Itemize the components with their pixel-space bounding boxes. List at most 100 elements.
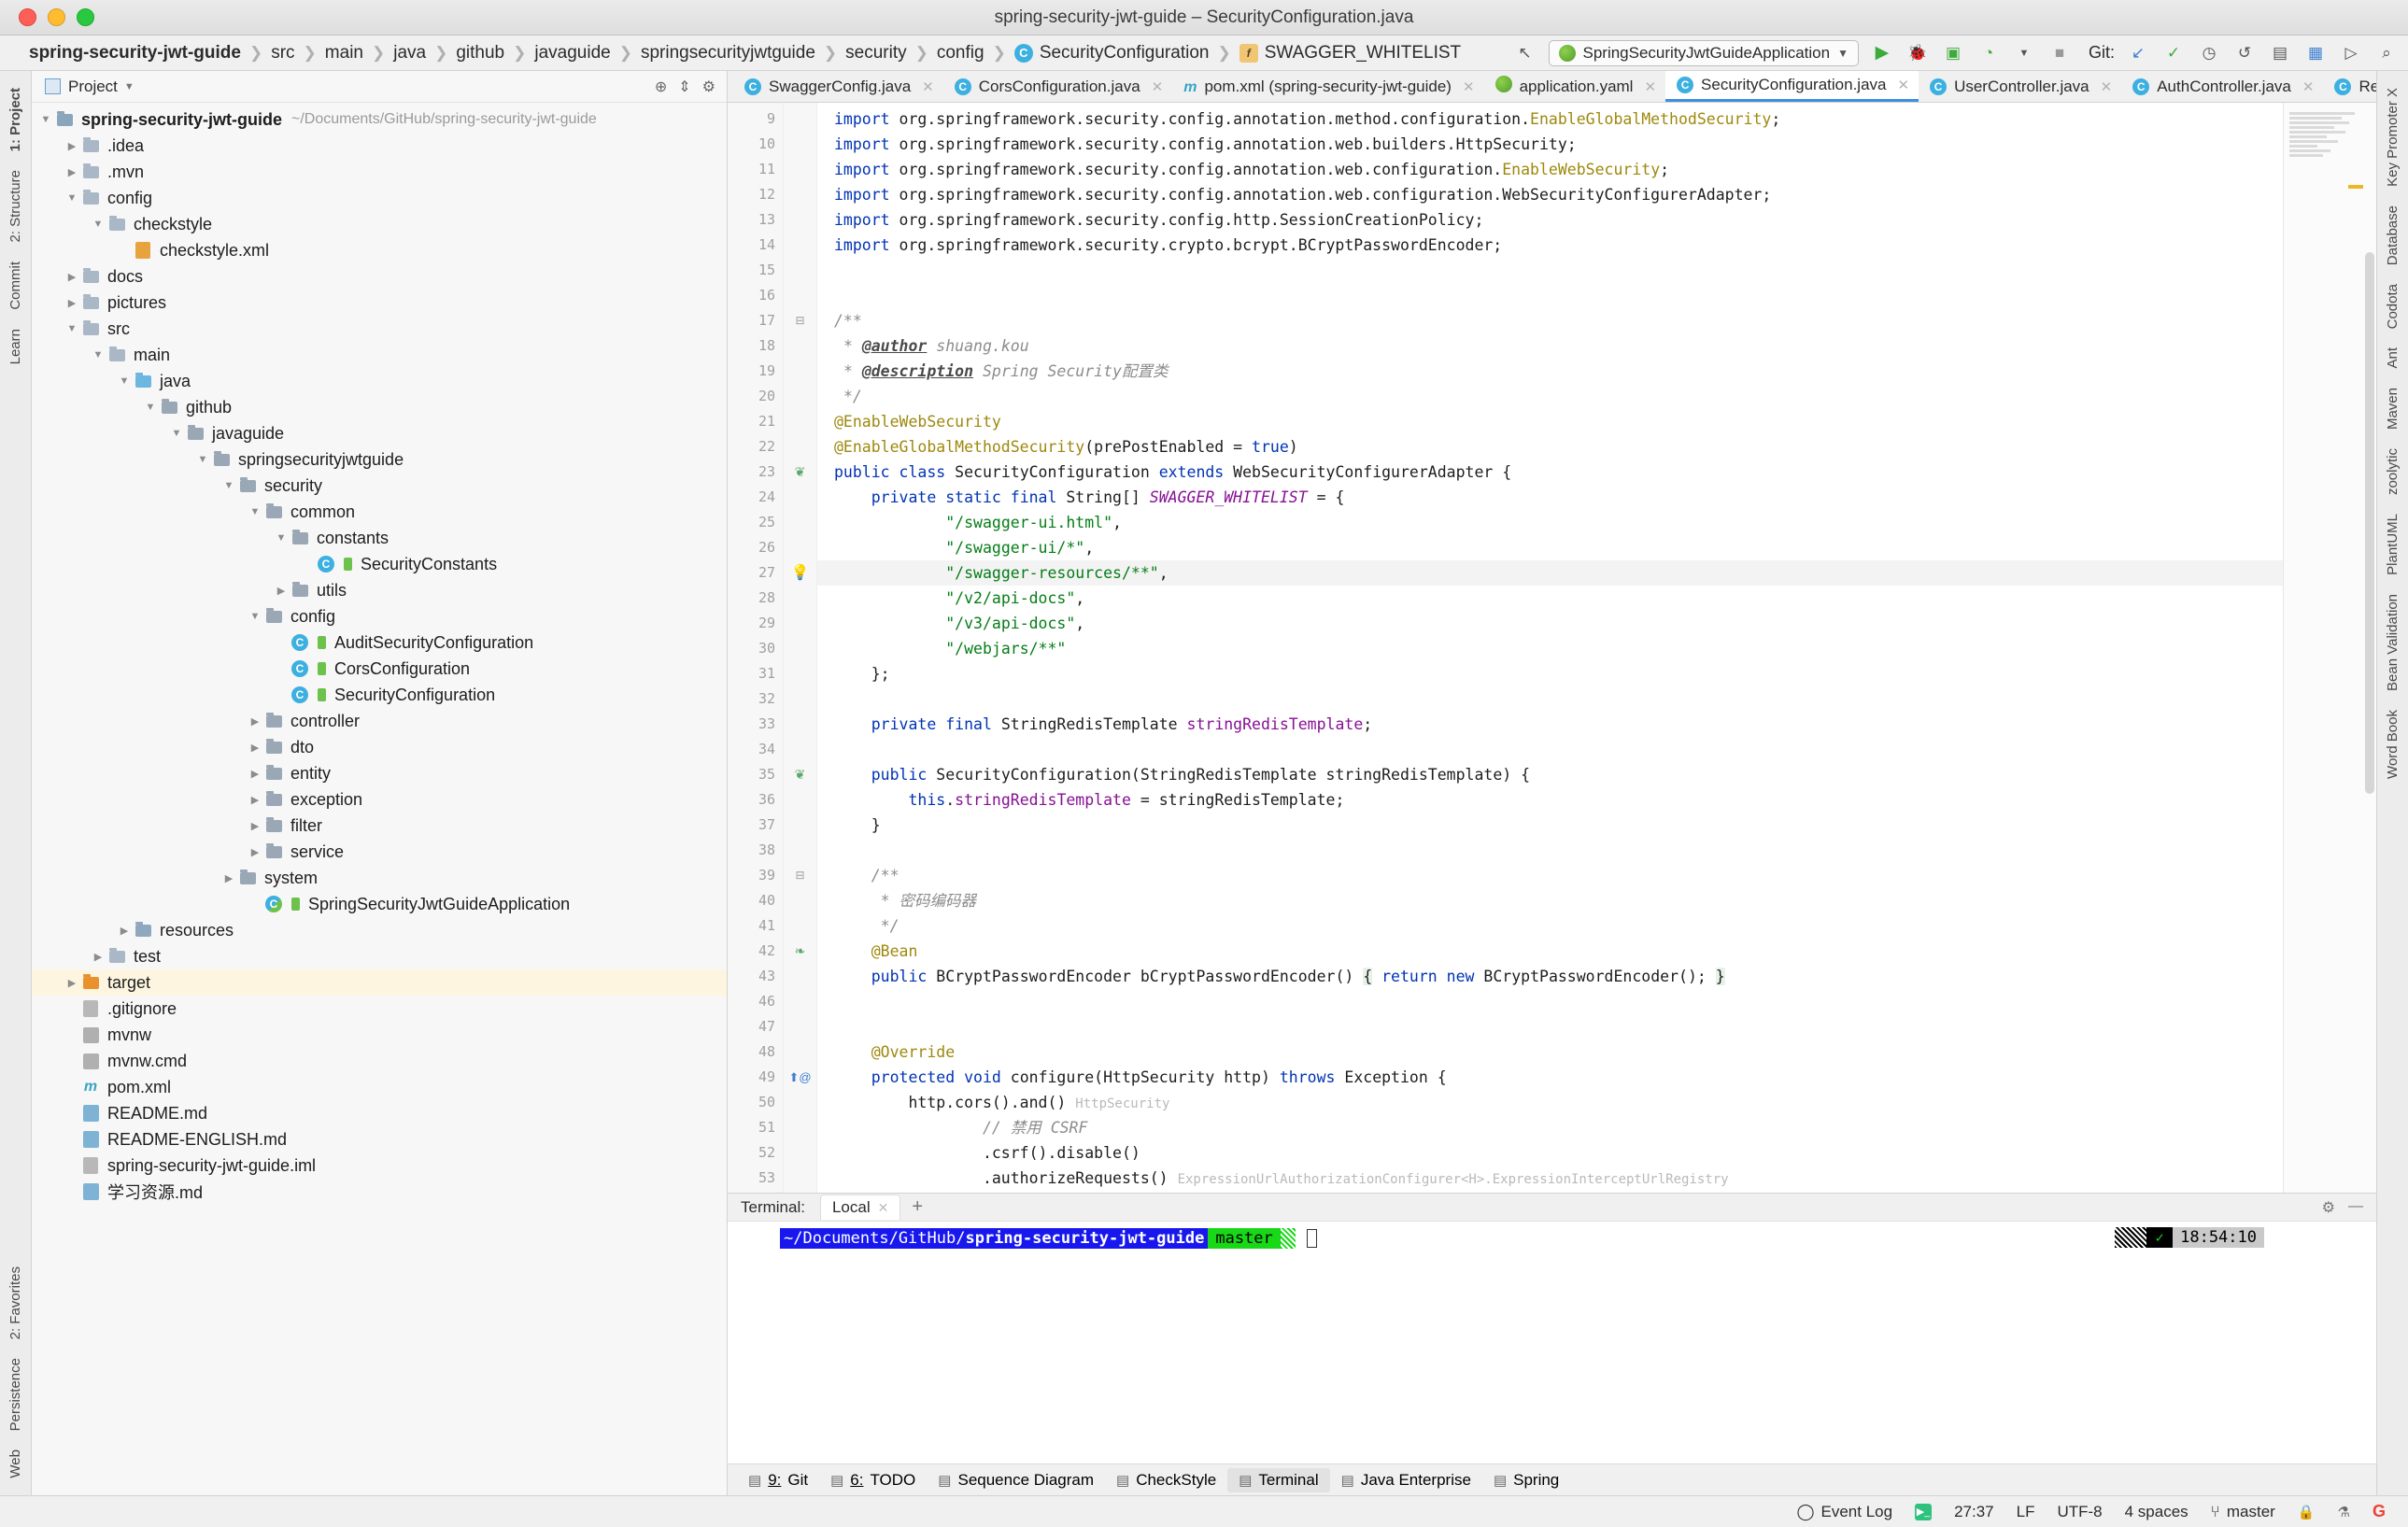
code-line[interactable]: "/webjars/**" [817,636,2283,661]
code-line[interactable]: @EnableGlobalMethodSecurity(prePostEnabl… [817,434,2283,460]
tree-node-securityconstants[interactable]: ·C SecurityConstants [32,551,727,577]
tree-node-main[interactable]: ▼ main [32,342,727,368]
line-number[interactable]: 17 [728,308,783,333]
breadcrumb-item-javaguide[interactable]: javaguide [526,43,618,64]
code-line[interactable]: }; [817,661,2283,686]
tree-node-pictures[interactable]: ▶ pictures [32,290,727,316]
codota-icon[interactable]: ▦ [2303,41,2328,65]
tool-window-tab-commit[interactable]: Commit [6,252,25,319]
code-line[interactable]: @EnableWebSecurity [817,409,2283,434]
chevron-right-icon[interactable]: ▶ [64,297,80,309]
settings-gear-icon[interactable]: ⚙ [702,78,715,96]
editor-tab-redisconfig-java[interactable]: CRedisConfig.java✕ [2323,71,2376,102]
chevron-right-icon[interactable]: ▶ [90,951,106,963]
chevron-down-icon[interactable]: ▼ [90,349,106,361]
indent-setting[interactable]: 4 spaces [2114,1503,2200,1521]
chevron-down-icon[interactable]: ▼ [168,428,185,439]
chevron-right-icon[interactable]: ▶ [247,794,263,806]
chevron-right-icon[interactable]: ▶ [64,166,80,178]
code-line[interactable]: "/swagger-ui.html", [817,510,2283,535]
profile-icon[interactable]: ◔ [1976,41,2001,65]
chevron-right-icon[interactable]: ▶ [247,742,263,754]
editor-tab-swaggerconfig-java[interactable]: C SwaggerConfig.java ✕ [733,71,943,102]
back-arrow-icon[interactable]: ↖ [1513,41,1537,65]
chevron-right-icon[interactable]: ▶ [247,820,263,832]
line-number[interactable]: 32 [728,686,783,712]
chevron-right-icon[interactable]: ▶ [116,925,133,937]
line-number[interactable]: 18 [728,333,783,359]
close-icon[interactable]: ✕ [1463,78,1475,95]
line-number[interactable]: 22 [728,434,783,460]
tool-window-tab-persistence[interactable]: Persistence [6,1349,25,1440]
line-number[interactable]: 34 [728,737,783,762]
code-line[interactable] [817,989,2283,1014]
code-line[interactable]: .authorizeRequests() ExpressionUrlAuthor… [817,1166,2283,1191]
tree-node-github[interactable]: ▼ github [32,394,727,420]
tree-node-test[interactable]: ▶ test [32,943,727,969]
tree-node-pom-xml[interactable]: ·m pom.xml [32,1074,727,1100]
code-line[interactable]: public class SecurityConfiguration exten… [817,460,2283,485]
tree-node-config[interactable]: ▼ config [32,603,727,629]
line-number[interactable]: 11 [728,157,783,182]
breadcrumb-item-spring-security-jwt-guide[interactable]: spring-security-jwt-guide [21,43,249,64]
code-line[interactable] [817,838,2283,863]
tree-node-spring-security-jwt-guide[interactable]: ▼ spring-security-jwt-guide ~/Documents/Gi… [32,106,727,133]
terminal-body[interactable]: ~/Documents/GitHub/spring-security-jwt-g… [728,1222,2376,1463]
tree-node-checkstyle-xml[interactable]: · checkstyle.xml [32,237,727,263]
code-line[interactable]: import org.springframework.security.cryp… [817,233,2283,258]
line-number[interactable]: 30 [728,636,783,661]
editor-tab-application-yaml[interactable]: application.yaml ✕ [1484,71,1665,102]
tool-window-tab-bean-validation[interactable]: Bean Validation [2383,585,2402,700]
tree-node-constants[interactable]: ▼ constants [32,525,727,551]
editor-scrollbar-thumb[interactable] [2365,252,2374,794]
chevron-right-icon[interactable]: ▶ [247,715,263,728]
code-line[interactable]: public SecurityConfiguration(StringRedis… [817,762,2283,787]
line-number[interactable]: 39 [728,863,783,888]
spring-bean-gutter-icon[interactable]: ❦ [784,762,816,787]
code-line[interactable]: } [817,813,2283,838]
editor-tab-corsconfiguration-java[interactable]: C CorsConfiguration.java ✕ [943,71,1173,102]
history-icon[interactable]: ◷ [2197,41,2221,65]
tree-node-docs[interactable]: ▶ docs [32,263,727,290]
spring-bean-gutter-icon[interactable]: ❦ [784,460,816,485]
terminal-tab-local[interactable]: Local ✕ [819,1195,901,1220]
line-number[interactable]: 35 [728,762,783,787]
editor-tab-authcontroller-java[interactable]: C AuthController.java ✕ [2121,71,2323,102]
lock-icon[interactable]: 🔒 [2287,1504,2327,1520]
tree-node-checkstyle[interactable]: ▼ checkstyle [32,211,727,237]
settings-gear-icon[interactable]: ⚙ [2322,1198,2335,1217]
git-branch-status[interactable]: ⑂ master [2200,1503,2287,1521]
line-number[interactable]: 24 [728,485,783,510]
tree-node--idea[interactable]: ▶ .idea [32,133,727,159]
tree-node-security[interactable]: ▼ security [32,473,727,499]
line-number[interactable]: 21 [728,409,783,434]
editor-minimap[interactable] [2283,103,2376,1193]
run-with-coverage-icon[interactable]: ▣ [1941,41,1965,65]
tree-node-mvnw[interactable]: · mvnw [32,1022,727,1048]
breadcrumb-item-security[interactable]: security [837,43,914,64]
chevron-down-icon[interactable]: ▼ [64,192,80,204]
editor-tab-pom-xml-spring-security-jwt-guide-[interactable]: m pom.xml (spring-security-jwt-guide) ✕ [1172,71,1483,102]
editor-tab-securityconfiguration-java[interactable]: C SecurityConfiguration.java ✕ [1665,71,1919,102]
code-line[interactable]: "/swagger-resources/**", [817,560,2283,586]
tree-node-dto[interactable]: ▶ dto [32,734,727,760]
line-number[interactable]: 20 [728,384,783,409]
tree-node-corsconfiguration[interactable]: ·C CorsConfiguration [32,656,727,682]
line-number[interactable]: 23 [728,460,783,485]
line-number[interactable]: 27 [728,560,783,586]
tree-node-common[interactable]: ▼ common [32,499,727,525]
breadcrumb-item-java[interactable]: java [385,43,434,64]
tree-node-readme-english-md[interactable]: · README-ENGLISH.md [32,1126,727,1152]
bottom-tool-tab-java-enterprise[interactable]: ▤ Java Enterprise [1330,1471,1482,1490]
line-number[interactable]: 9 [728,106,783,132]
tree-node-auditsecurityconfiguration[interactable]: ·C AuditSecurityConfiguration [32,629,727,656]
tree-node-system[interactable]: ▶ system [32,865,727,891]
chevron-down-icon[interactable]: ▼ [64,323,80,334]
code-line[interactable]: .csrf().disable() [817,1140,2283,1166]
code-line[interactable]: "/v3/api-docs", [817,611,2283,636]
code-line[interactable]: import org.springframework.security.conf… [817,106,2283,132]
locate-icon[interactable]: ⊕ [655,78,667,96]
tree-node-readme-md[interactable]: · README.md [32,1100,727,1126]
chevron-down-icon[interactable]: ▼ [142,402,159,413]
line-number[interactable]: 53 [728,1166,783,1191]
